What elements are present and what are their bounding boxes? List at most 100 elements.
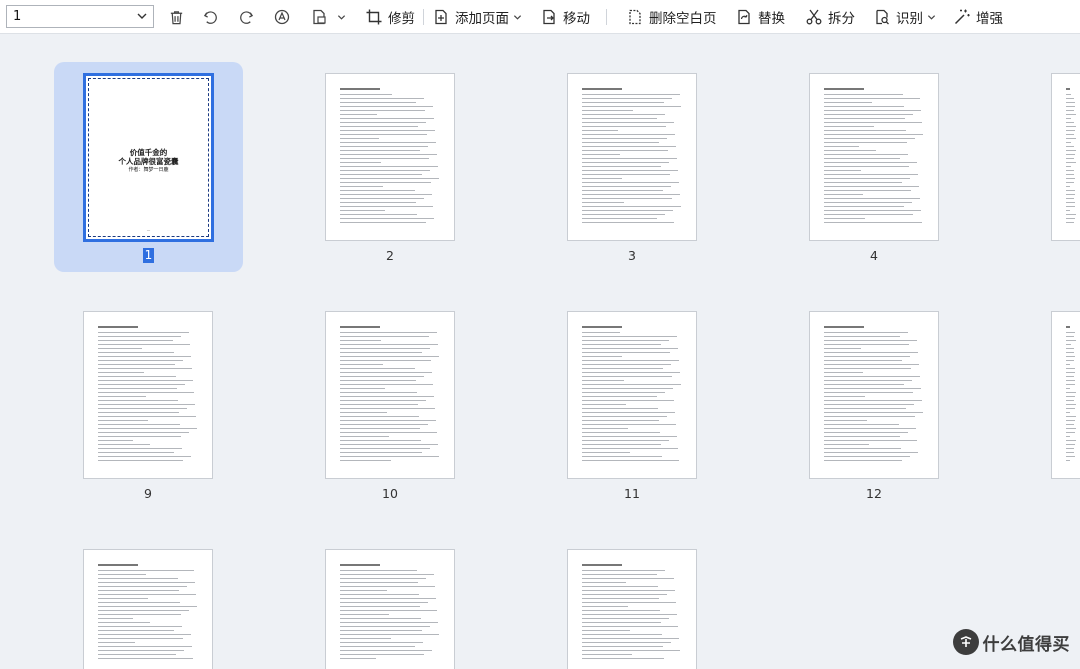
text-line	[1066, 198, 1074, 199]
page-thumbnail-10[interactable]	[325, 311, 455, 479]
save-page-icon[interactable]	[309, 7, 329, 27]
text-line	[340, 194, 432, 195]
page-thumbnail-3[interactable]	[567, 73, 697, 241]
rotate-icon[interactable]	[272, 7, 292, 27]
text-line	[98, 570, 194, 571]
split-button[interactable]: 拆分	[805, 6, 855, 28]
text-line	[98, 642, 135, 643]
text-line	[340, 150, 420, 151]
add-page-button[interactable]: 添加页面	[432, 6, 522, 28]
text-line	[582, 110, 633, 111]
text-line	[340, 122, 426, 123]
text-line	[340, 634, 439, 635]
text-line	[582, 452, 630, 453]
text-line	[340, 138, 379, 139]
delete-blank-page-button[interactable]: 删除空白页	[626, 6, 717, 28]
text-line	[582, 404, 626, 405]
page-thumbnail-11[interactable]	[567, 311, 697, 479]
toolbar-divider	[606, 9, 607, 25]
text-line	[340, 590, 387, 591]
enhance-button[interactable]: 增强	[953, 6, 1003, 28]
page-thumbnail-1[interactable]: 价值千金的 个人品牌很富瓷囊 作者：舞梦一日鹿 —	[83, 73, 214, 242]
text-line	[340, 396, 434, 397]
text-line	[340, 626, 430, 627]
text-line	[340, 352, 422, 353]
recognize-button[interactable]: 识别	[873, 6, 936, 28]
text-line	[824, 102, 872, 103]
text-line	[98, 396, 146, 397]
page-thumbnail-4[interactable]	[809, 73, 939, 241]
move-button[interactable]: 移动	[540, 6, 590, 28]
text-line	[582, 202, 624, 203]
text-line	[582, 396, 657, 397]
text-line	[824, 436, 900, 437]
text-line	[1066, 190, 1076, 191]
text-line	[340, 118, 434, 119]
text-line	[340, 340, 381, 341]
text-line	[582, 384, 681, 385]
page-number-label: 9	[144, 486, 152, 501]
text-line	[340, 444, 438, 445]
text-line	[582, 326, 622, 328]
text-line	[340, 348, 430, 349]
undo-icon[interactable]	[200, 7, 220, 27]
text-line	[98, 606, 197, 607]
text-line	[340, 162, 381, 163]
text-line	[1066, 114, 1076, 115]
text-line	[98, 326, 138, 328]
text-line	[98, 412, 179, 413]
chevron-down-icon[interactable]	[337, 13, 346, 22]
text-line	[98, 348, 142, 349]
text-line	[824, 146, 859, 147]
page-thumbnail-2[interactable]	[325, 73, 455, 241]
text-line	[98, 622, 150, 623]
replace-button[interactable]: 替换	[735, 6, 785, 28]
text-line	[340, 440, 421, 441]
text-line	[98, 586, 187, 587]
page-text-lines	[98, 564, 198, 662]
text-line	[98, 574, 146, 575]
text-line	[582, 106, 681, 107]
text-line	[340, 182, 431, 183]
text-line	[98, 444, 150, 445]
text-line	[98, 360, 183, 361]
text-line	[1066, 336, 1075, 337]
text-line	[824, 326, 864, 328]
page-thumbnail-19[interactable]	[567, 549, 697, 669]
crop-icon	[366, 9, 382, 25]
page-thumbnail-13-partial[interactable]	[1051, 311, 1080, 479]
toolbar: 1 修剪 添加页面 移动 删除空白页 替换 拆分 识别 增强	[0, 0, 1080, 34]
text-line	[340, 356, 439, 357]
text-line	[582, 654, 632, 655]
redo-icon[interactable]	[236, 7, 256, 27]
text-line	[98, 658, 193, 659]
page-thumbnail-17[interactable]	[83, 549, 213, 669]
page-thumbnail-12[interactable]	[809, 311, 939, 479]
text-line	[582, 206, 681, 207]
text-line	[98, 408, 187, 409]
page-select[interactable]: 1	[6, 5, 154, 28]
text-line	[582, 138, 667, 139]
page-number-label: 10	[382, 486, 398, 501]
page-thumbnail-18[interactable]	[325, 549, 455, 669]
text-line	[582, 376, 672, 377]
text-line	[824, 138, 915, 139]
delete-icon[interactable]	[166, 7, 186, 27]
text-line	[340, 326, 380, 328]
text-line	[340, 336, 429, 337]
text-line	[98, 654, 176, 655]
text-line	[582, 614, 677, 615]
text-line	[340, 142, 436, 143]
text-line	[1066, 460, 1071, 461]
crop-button[interactable]: 修剪	[365, 6, 415, 28]
text-line	[340, 392, 417, 393]
page-thumbnail-5-partial[interactable]	[1051, 73, 1080, 241]
page-thumbnail-9[interactable]	[83, 311, 213, 479]
text-line	[98, 336, 181, 337]
text-line	[582, 444, 661, 445]
text-line	[98, 436, 181, 437]
text-line	[340, 126, 418, 127]
text-line	[98, 400, 178, 401]
text-line	[340, 178, 439, 179]
text-line	[582, 392, 665, 393]
